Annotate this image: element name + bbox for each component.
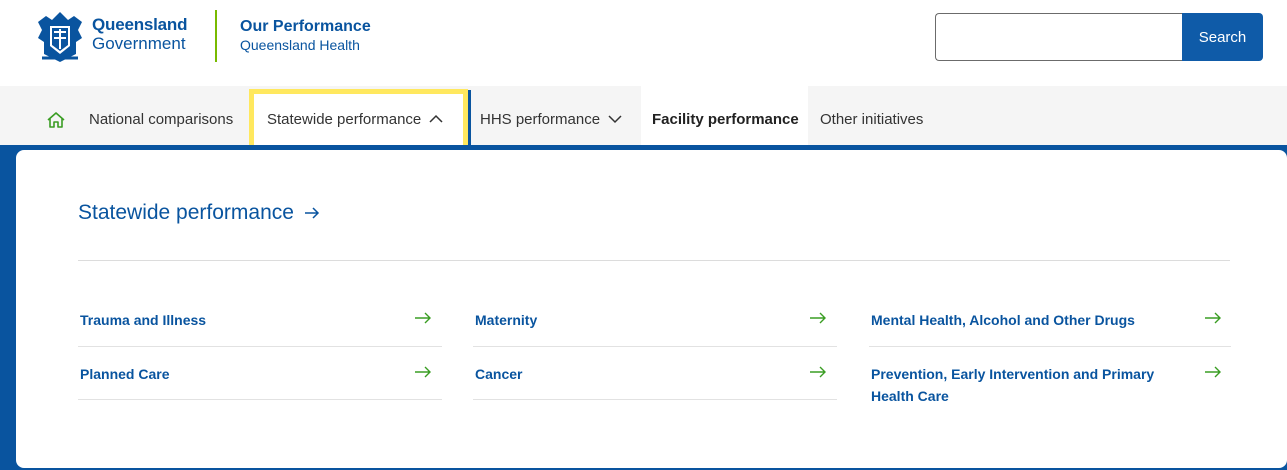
- menu-link-cancer[interactable]: Cancer: [475, 363, 522, 385]
- brand-line-1: Queensland: [92, 15, 188, 34]
- search-input[interactable]: [935, 13, 1183, 61]
- nav-label: Statewide performance: [267, 110, 422, 128]
- menu-title-link[interactable]: Statewide performance: [78, 201, 320, 225]
- brand-line-2: Government: [92, 34, 186, 53]
- arrow-right-icon: [1205, 366, 1221, 378]
- arrow-right-icon: [415, 312, 431, 324]
- home-icon[interactable]: [46, 111, 66, 129]
- arrow-right-icon: [810, 312, 826, 324]
- arrow-right-icon: [1205, 312, 1221, 324]
- link-separator: [473, 399, 837, 400]
- arrow-right-icon: [415, 366, 431, 378]
- nav-active-indicator: [468, 90, 471, 150]
- nav-label: Other initiatives: [820, 110, 924, 128]
- link-separator: [78, 346, 442, 347]
- link-separator: [473, 346, 837, 347]
- nav-statewide-performance[interactable]: Statewide performance: [267, 86, 443, 152]
- menu-link-maternity[interactable]: Maternity: [475, 309, 537, 331]
- menu-link-planned-care[interactable]: Planned Care: [80, 363, 169, 385]
- arrow-right-icon: [810, 366, 826, 378]
- menu-link-trauma[interactable]: Trauma and Illness: [80, 309, 206, 331]
- nav-hhs-performance[interactable]: HHS performance: [480, 86, 622, 152]
- menu-link-mental-health[interactable]: Mental Health, Alcohol and Other Drugs: [871, 309, 1191, 331]
- site-title-block[interactable]: Our Performance Queensland Health: [240, 17, 371, 54]
- site-subtitle: Queensland Health: [240, 37, 360, 53]
- nav-label: Facility performance: [652, 110, 799, 128]
- link-separator: [78, 399, 442, 400]
- nav-national-comparisons[interactable]: National comparisons: [89, 86, 233, 152]
- menu-divider: [78, 260, 1230, 261]
- link-separator: [869, 346, 1231, 347]
- menu-title: Statewide performance: [78, 201, 294, 224]
- search-form: Search: [935, 13, 1263, 61]
- government-brand[interactable]: Queensland Government: [92, 15, 188, 53]
- menu-link-prevention[interactable]: Prevention, Early Intervention and Prima…: [871, 363, 1191, 407]
- site-title: Our Performance: [240, 18, 371, 35]
- nav-other-initiatives[interactable]: Other initiatives: [820, 86, 923, 152]
- queensland-government-crest-logo[interactable]: [32, 8, 88, 64]
- chevron-up-icon: [429, 114, 443, 123]
- arrow-right-icon: [304, 207, 320, 219]
- search-button[interactable]: Search: [1182, 13, 1263, 61]
- nav-label: National comparisons: [89, 110, 234, 128]
- nav-facility-performance[interactable]: Facility performance: [652, 86, 799, 152]
- chevron-down-icon: [608, 115, 622, 124]
- nav-label: HHS performance: [480, 110, 601, 128]
- brand-divider: [215, 10, 217, 62]
